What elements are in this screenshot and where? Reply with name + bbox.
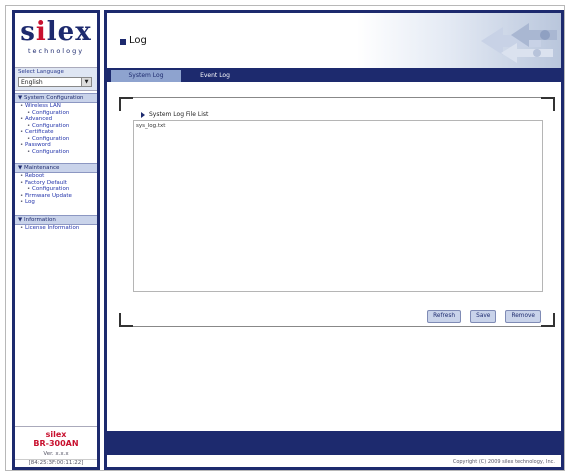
header-banner: Log	[107, 13, 561, 68]
chevron-down-icon[interactable]: ▼	[81, 78, 91, 86]
tab-bar: System Log Event Log	[107, 68, 561, 82]
page-title: Log	[129, 35, 147, 46]
language-select[interactable]: English ▼	[18, 77, 92, 87]
tab-system-log[interactable]: System Log	[111, 70, 181, 82]
logo-wordmark: silex	[20, 17, 92, 47]
menu-head-maintenance[interactable]: ▼ Maintenance	[15, 163, 97, 173]
log-file-list[interactable]: sys_log.txt	[133, 120, 543, 292]
panel-buttons: Refresh Save Remove	[423, 302, 541, 323]
menu-information: ▼ Information License Information	[15, 215, 97, 232]
title-bullet-icon	[120, 39, 126, 45]
firmware-version: Ver. x.x.x	[43, 451, 69, 457]
menu-head-system-configuration[interactable]: ▼ System Configuration	[15, 93, 97, 103]
panel-top-rule	[133, 97, 541, 98]
menu-item-log[interactable]: Log	[15, 199, 97, 206]
sidebar-footer: silex BR-300AN Ver. x.x.x [84:25:3F:00:1…	[15, 426, 97, 467]
panel-corner	[119, 97, 133, 111]
log-file-entry[interactable]: sys_log.txt	[136, 123, 165, 129]
section-title: System Log File List	[141, 111, 208, 118]
model-brand: silex	[45, 430, 67, 439]
sidebar: silex technology Select Language English…	[12, 10, 100, 470]
silex-logo: silex technology	[15, 13, 97, 65]
menu-item-password-cont[interactable]: Configuration	[15, 149, 97, 156]
language-selector: Select Language English ▼	[15, 67, 97, 91]
main-inner: Log System Log Event Log System Log File…	[107, 13, 561, 467]
language-selected-value: English	[21, 79, 43, 86]
refresh-button[interactable]: Refresh	[427, 310, 462, 323]
save-button[interactable]: Save	[470, 310, 497, 323]
logo-tagline: technology	[27, 47, 85, 55]
menu-maintenance: ▼ Maintenance Reboot Factory Default Con…	[15, 163, 97, 206]
panel-corner	[541, 313, 555, 327]
main-area: Log System Log Event Log System Log File…	[104, 10, 564, 470]
menu-item-license-information[interactable]: License Information	[15, 225, 97, 232]
log-panel: System Log File List sys_log.txt Refresh…	[119, 97, 555, 327]
model-name: BR-300AN	[33, 439, 79, 448]
copyright-text: Copyright (C) 2009 silex technology, Inc…	[452, 459, 555, 465]
triangle-right-icon	[141, 111, 145, 118]
sidebar-inner: silex technology Select Language English…	[15, 13, 97, 467]
menu-system-configuration: ▼ System Configuration Wireless LAN Conf…	[15, 93, 97, 155]
mac-address: [84:25:3F:00:11:22]	[15, 459, 97, 466]
tab-event-log[interactable]: Event Log	[185, 70, 245, 82]
language-label: Select Language	[18, 69, 64, 75]
menu-head-information[interactable]: ▼ Information	[15, 215, 97, 225]
panel-corner	[541, 97, 555, 111]
remove-button[interactable]: Remove	[505, 310, 541, 323]
panel-corner	[119, 313, 133, 327]
main-footer-bar	[107, 431, 561, 455]
header-arrows-graphic	[481, 23, 557, 63]
panel-bottom-rule	[133, 326, 541, 327]
